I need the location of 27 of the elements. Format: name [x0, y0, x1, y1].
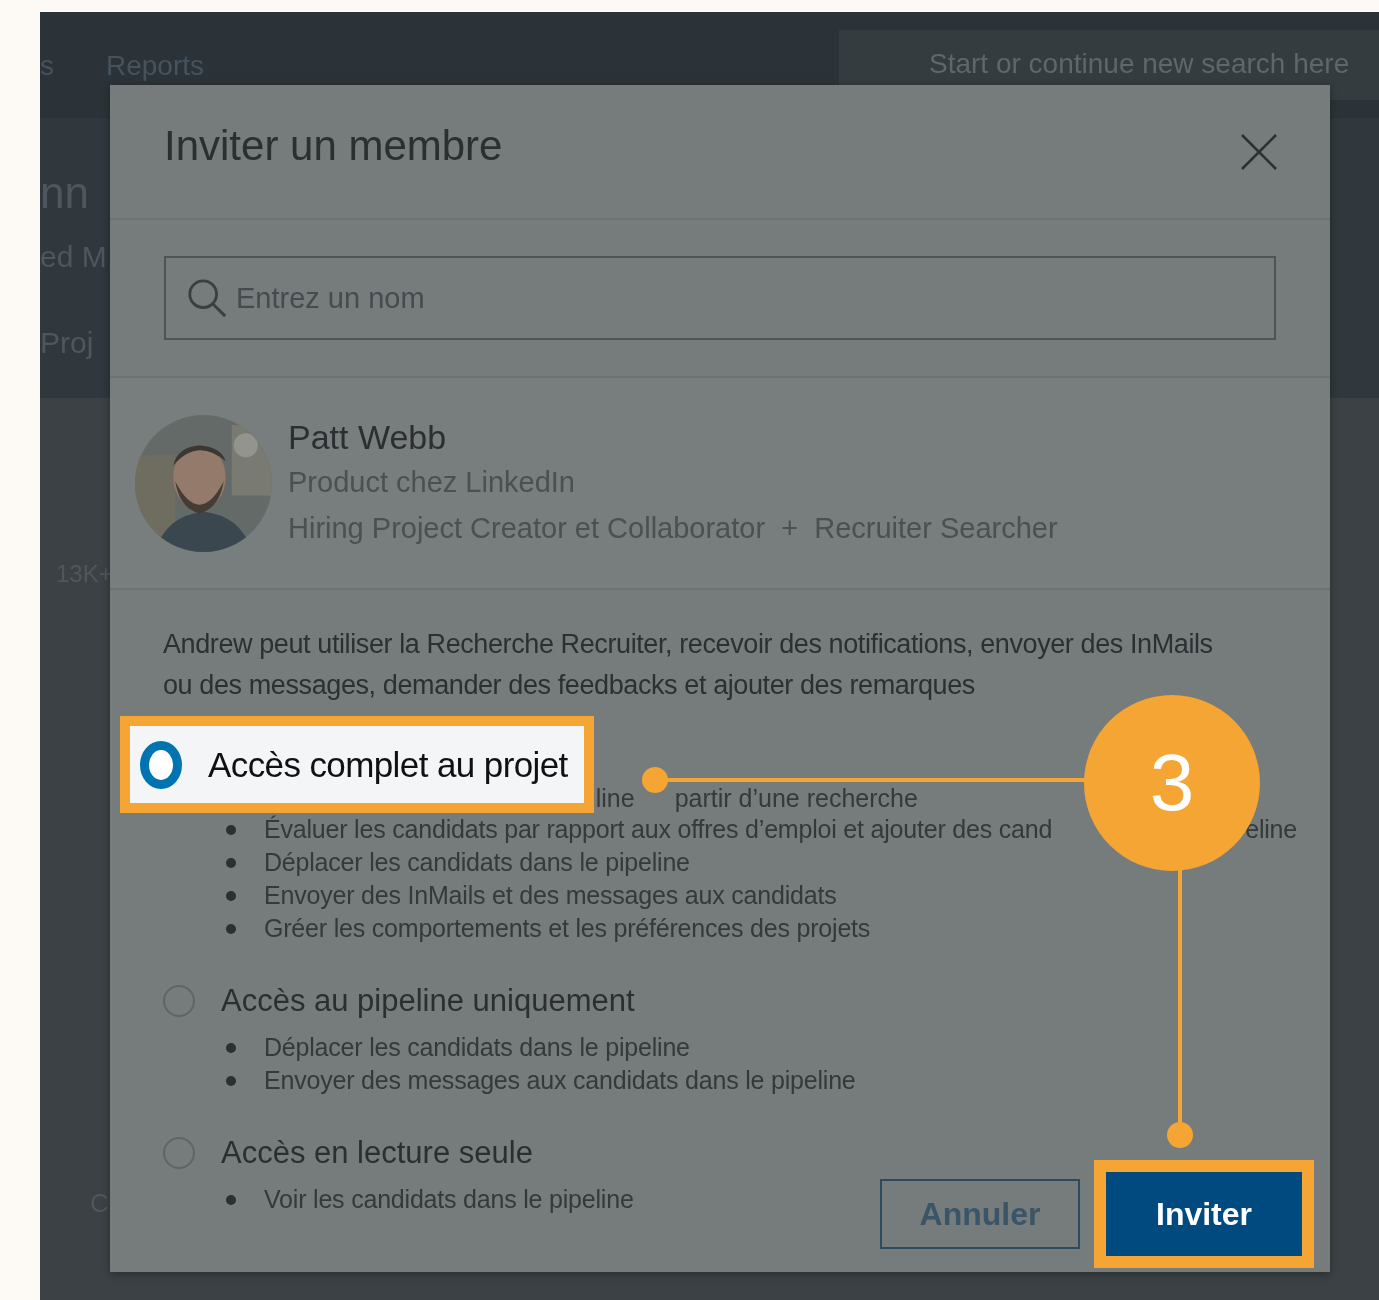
- leader-dot: [642, 767, 668, 793]
- bullet-icon: [226, 1075, 236, 1086]
- permission-text: Gréer les comportements et les préférences des projets: [264, 914, 871, 943]
- bullet-icon: [226, 824, 236, 835]
- permission-text: Envoyer des InMails et des messages aux candidats: [264, 881, 837, 910]
- permission-text: partir d’une recherche: [674, 784, 918, 813]
- permission-text: Voir les candidats dans le pipeline: [264, 1185, 634, 1214]
- bullet-icon: [226, 857, 236, 868]
- radio-option[interactable]: Accès au pipeline uniquement: [163, 983, 635, 1019]
- cancel-button[interactable]: Annuler: [880, 1179, 1080, 1249]
- search-icon: [186, 277, 228, 319]
- bullet-icon: [226, 890, 236, 901]
- permission-text: Déplacer les candidats dans le pipeline: [264, 1033, 690, 1062]
- permission-text: Évaluer les candidats par rapport aux offres d’emploi et ajouter des cand: [264, 815, 1053, 844]
- close-icon[interactable]: [1240, 132, 1278, 171]
- permission-text: Déplacer les candidats dans le pipeline: [264, 848, 690, 877]
- permission-text: line: [595, 784, 635, 813]
- permission-text: Envoyer des messages aux candidats dans le pipeline: [264, 1066, 856, 1095]
- invite-button[interactable]: Inviter: [1106, 1172, 1302, 1256]
- radio-option[interactable]: Accès complet au projet: [120, 716, 594, 813]
- leader-dot: [1167, 1122, 1193, 1148]
- dialog-title: Inviter un membre: [164, 121, 503, 170]
- bullet-icon: [226, 923, 236, 934]
- member-name: Patt Webb: [288, 417, 448, 458]
- radio-option[interactable]: Accès en lecture seule: [163, 1135, 533, 1171]
- bullet-icon: [226, 1194, 236, 1205]
- bullet-icon: [226, 1042, 236, 1053]
